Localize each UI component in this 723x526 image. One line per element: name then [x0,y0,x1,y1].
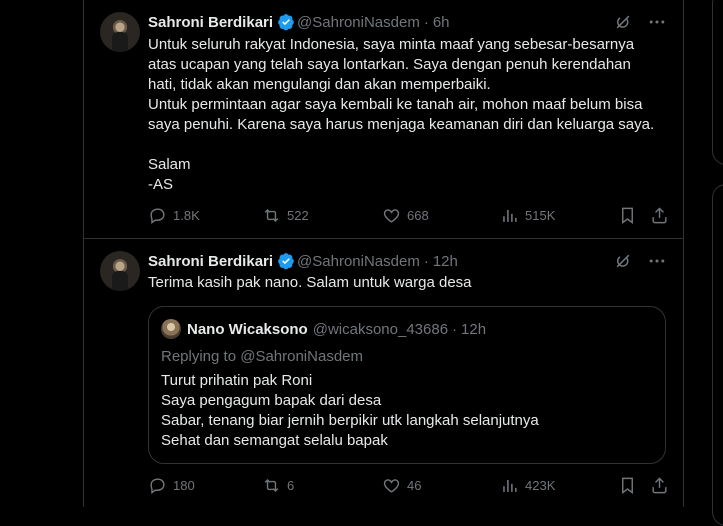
tweet-actions: 1.8K 522 668 515K [148,206,668,226]
bookmark-button[interactable] [618,476,637,495]
tweet[interactable]: Sahroni Berdikari @SahroniNasdem · 6h Un… [84,0,683,239]
like-button[interactable]: 46 [382,476,421,495]
sidebar-card [712,184,723,526]
reply-icon [150,208,165,225]
bookmark-button[interactable] [618,206,637,225]
tweet-actions: 180 6 46 423K [148,476,668,496]
tweet-top-actions [613,251,667,271]
bookmark-icon [622,207,633,225]
quote-timestamp: 12h [461,320,487,338]
views-button[interactable]: 423K [500,476,555,495]
tweet-top-actions [613,12,667,32]
views-chart-icon [503,479,517,492]
views-chart-icon [503,209,517,222]
verified-badge-icon [277,13,295,31]
tweet-header: Sahroni Berdikari @SahroniNasdem · 12h [148,251,458,271]
grok-icon[interactable] [613,12,633,32]
reply-count: 1.8K [173,208,200,223]
tweet-text: Terima kasih pak nano. Salam untuk warga… [148,274,472,291]
author-handle[interactable]: @SahroniNasdem [297,14,420,31]
quote-header: Nano Wicaksono @wicaksono_43686 · 12h [161,319,486,339]
reply-button[interactable]: 1.8K [148,206,200,225]
views-count: 515K [525,208,556,223]
retweet-button[interactable]: 6 [262,476,294,495]
separator-dot: · [452,320,458,338]
tweet-header: Sahroni Berdikari @SahroniNasdem · 6h [148,12,450,32]
reply-count: 180 [173,478,195,493]
grok-icon[interactable] [613,251,633,271]
like-count: 668 [407,208,429,223]
like-count: 46 [407,478,422,493]
avatar[interactable] [100,12,140,52]
tweet[interactable]: Sahroni Berdikari @SahroniNasdem · 12h T… [84,239,683,507]
share-icon [652,477,667,494]
reply-button[interactable]: 180 [148,476,195,495]
verified-badge-icon [277,252,295,270]
views-count: 423K [525,478,556,493]
share-button[interactable] [650,206,669,225]
heart-icon [383,479,400,493]
quote-author-handle: @wicaksono_43686 [312,320,449,338]
share-icon [652,207,667,224]
more-icon[interactable] [647,12,667,32]
reply-icon [150,478,165,495]
retweet-button[interactable]: 522 [262,206,309,225]
tweet-text: Untuk seluruh rakyat Indonesia, saya min… [148,36,655,193]
retweet-count: 522 [287,208,309,223]
timestamp[interactable]: 12h [433,253,458,270]
retweet-icon [264,208,279,223]
separator-dot: · [423,13,429,31]
timeline-feed: Sahroni Berdikari @SahroniNasdem · 6h Un… [83,0,684,507]
quote-text: Turut prihatin pak Roni Saya pengagum ba… [161,372,539,449]
timestamp[interactable]: 6h [433,14,450,31]
quoted-tweet[interactable]: Nano Wicaksono @wicaksono_43686 · 12h Re… [148,306,666,464]
views-button[interactable]: 515K [500,206,555,225]
retweet-icon [264,478,279,493]
retweet-count: 6 [287,478,295,493]
sidebar-card [712,0,723,165]
author-handle[interactable]: @SahroniNasdem [297,253,420,270]
author-name[interactable]: Sahroni Berdikari [148,14,273,31]
avatar [161,319,181,339]
quote-author-name: Nano Wicaksono [187,320,308,338]
avatar[interactable] [100,251,140,291]
bookmark-icon [622,477,633,495]
share-button[interactable] [650,476,669,495]
more-icon[interactable] [647,251,667,271]
heart-icon [383,209,400,223]
like-button[interactable]: 668 [382,206,429,225]
replying-to: Replying to @SahroniNasdem [161,348,363,365]
separator-dot: · [423,252,429,270]
author-name[interactable]: Sahroni Berdikari [148,253,273,270]
right-sidebar-edge [712,0,723,526]
